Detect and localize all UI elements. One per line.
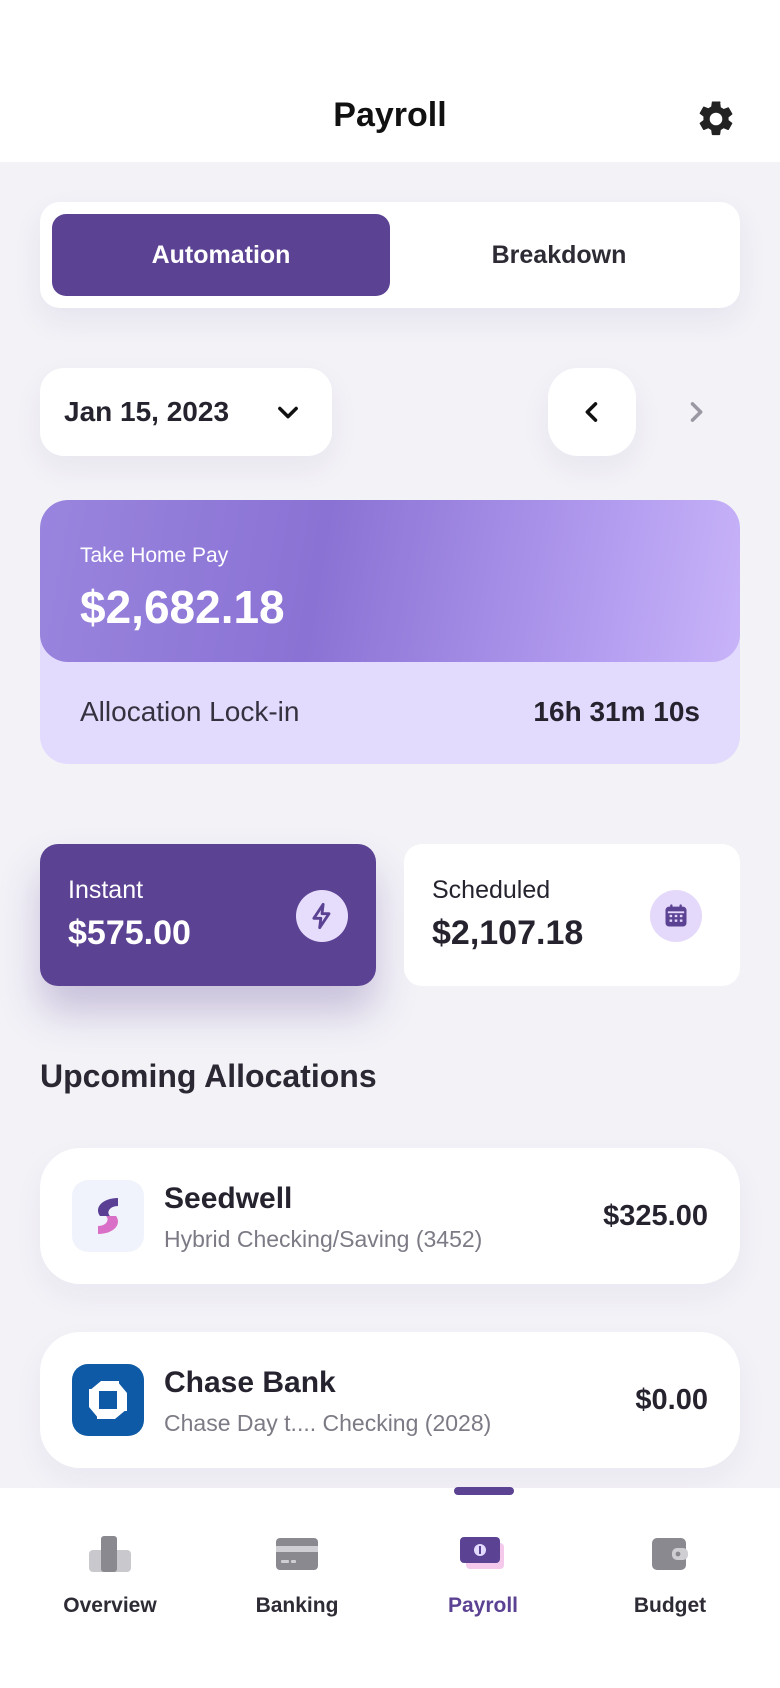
app-header: Payroll xyxy=(0,0,780,162)
segmented-control: Automation Breakdown xyxy=(40,202,740,308)
allocation-lock-in-countdown: 16h 31m 10s xyxy=(533,696,700,727)
take-home-pay-amount: $2,682.18 xyxy=(80,581,285,633)
allocation-amount: $325.00 xyxy=(603,1200,708,1232)
nav-item-budget[interactable]: Budget xyxy=(576,1532,764,1632)
chase-logo xyxy=(72,1364,144,1436)
allocation-name: Seedwell xyxy=(164,1182,293,1215)
money-icon xyxy=(460,1532,506,1576)
calendar-icon xyxy=(650,890,702,942)
page-title: Payroll xyxy=(333,96,447,134)
take-home-pay-banner: Take Home Pay $2,682.18 xyxy=(40,500,740,662)
selected-date: Jan 15, 2023 xyxy=(64,396,230,427)
instant-card[interactable]: Instant $575.00 xyxy=(40,844,376,986)
next-period-button[interactable] xyxy=(652,368,740,456)
card-icon xyxy=(276,1532,318,1576)
seedwell-logo xyxy=(72,1180,144,1252)
allocation-item[interactable]: Seedwell Hybrid Checking/Saving (3452) $… xyxy=(40,1148,740,1284)
nav-label: Banking xyxy=(255,1594,339,1617)
allocation-name: Chase Bank xyxy=(164,1366,336,1399)
date-dropdown[interactable]: Jan 15, 2023 xyxy=(40,368,332,456)
nav-label: Payroll xyxy=(447,1594,519,1617)
allocation-account: Chase Day t.... Checking (2028) xyxy=(164,1410,492,1436)
lightning-icon xyxy=(296,890,348,942)
scheduled-label: Scheduled xyxy=(432,876,551,904)
allocation-amount: $0.00 xyxy=(635,1384,708,1416)
chevron-down-icon xyxy=(278,406,298,419)
nav-label: Overview xyxy=(63,1594,157,1617)
scheduled-amount: $2,107.18 xyxy=(432,914,584,952)
instant-label: Instant xyxy=(68,876,144,904)
nav-label: Budget xyxy=(633,1594,707,1617)
allocation-lock-in-label: Allocation Lock-in xyxy=(80,696,300,727)
allocation-account: Hybrid Checking/Saving (3452) xyxy=(164,1226,483,1252)
gear-icon xyxy=(699,101,733,136)
previous-period-button[interactable] xyxy=(548,368,636,456)
chevron-right-icon xyxy=(690,402,703,422)
nav-item-overview[interactable]: Overview xyxy=(16,1532,204,1632)
scheduled-card[interactable]: Scheduled $2,107.18 xyxy=(404,844,740,986)
allocation-item[interactable]: Chase Bank Chase Day t.... Checking (202… xyxy=(40,1332,740,1468)
settings-button[interactable] xyxy=(694,97,738,141)
tab-breakdown[interactable]: Breakdown xyxy=(390,214,728,296)
nav-item-banking[interactable]: Banking xyxy=(203,1532,391,1632)
section-title: Upcoming Allocations xyxy=(40,1058,377,1094)
active-tab-indicator xyxy=(454,1487,514,1495)
nav-item-payroll[interactable]: Payroll xyxy=(389,1532,577,1632)
tab-automation[interactable]: Automation xyxy=(52,214,390,296)
wallet-icon xyxy=(652,1532,688,1576)
instant-amount: $575.00 xyxy=(68,914,191,952)
chevron-left-icon xyxy=(585,402,598,422)
take-home-pay-card: Take Home Pay $2,682.18 Allocation Lock-… xyxy=(40,500,740,764)
take-home-pay-label: Take Home Pay xyxy=(80,544,229,567)
overview-icon xyxy=(87,1532,133,1576)
